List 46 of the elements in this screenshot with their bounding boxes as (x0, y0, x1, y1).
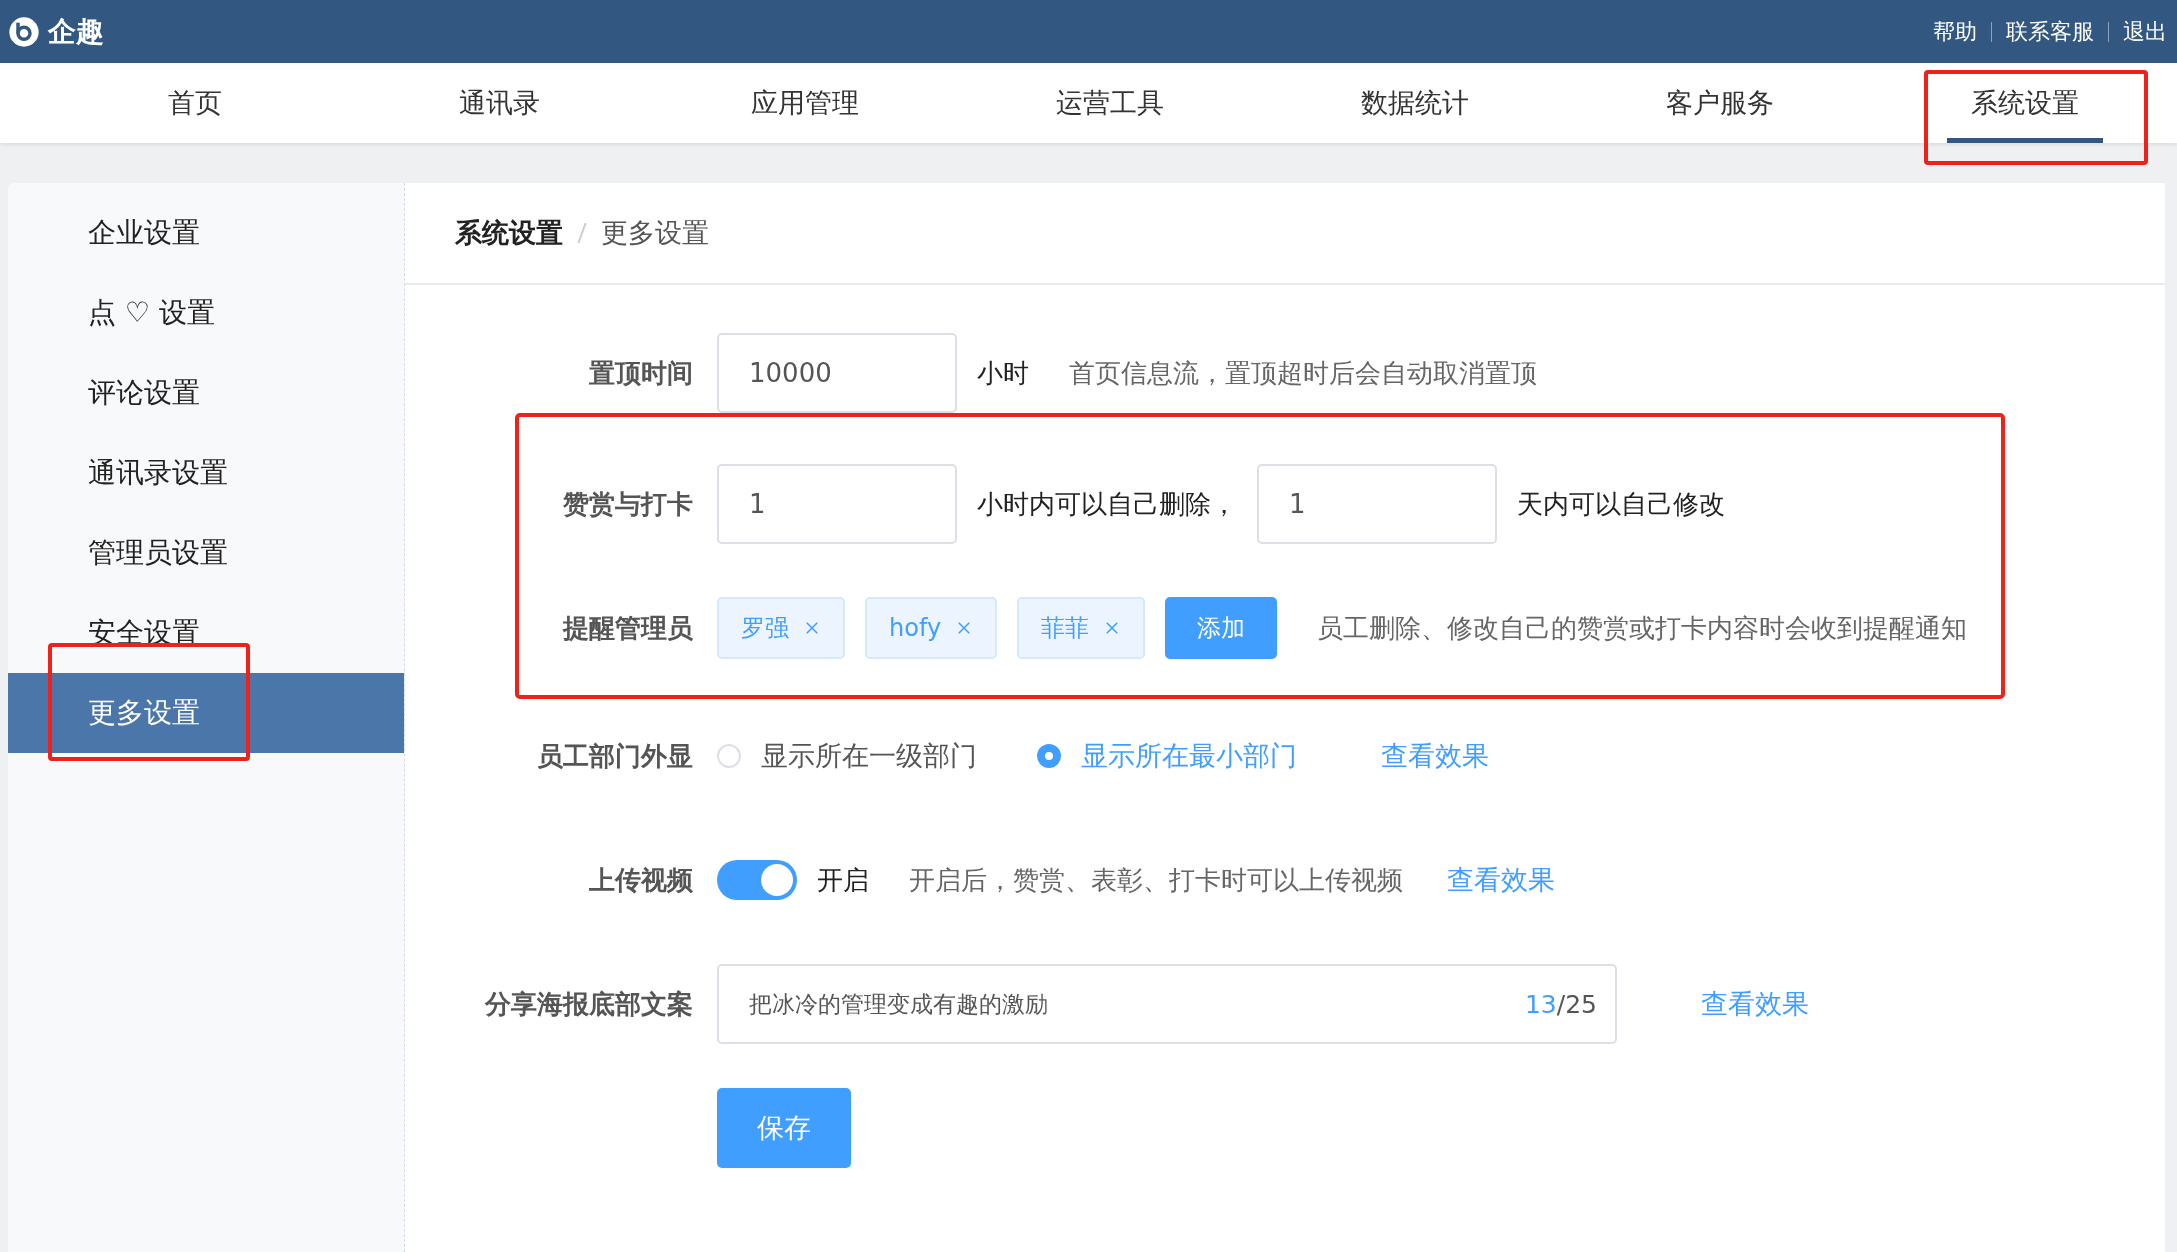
nav-tab[interactable]: 数据统计 (1336, 63, 1493, 143)
close-icon (803, 619, 821, 637)
input-field[interactable]: 1 (717, 464, 957, 544)
nav-tab[interactable]: 应用管理 (726, 63, 883, 143)
hint-text: 员工删除、修改自己的赞赏或打卡内容时会收到提醒通知 (1317, 611, 1968, 645)
breadcrumb-item[interactable]: 系统设置 (455, 215, 563, 251)
field-label: 赞赏与打卡 (562, 487, 694, 521)
sidebar-item[interactable]: 企业设置 (8, 193, 404, 273)
field-label: 提醒管理员 (561, 611, 694, 645)
hint-text: 首页信息流，置顶超时后会自动取消置顶 (1069, 356, 1537, 390)
char-counter: 13/25 (1524, 989, 1597, 1019)
tag-text: hofy (889, 614, 942, 642)
logo-icon (8, 15, 40, 48)
sidebar-item[interactable]: 评论设置 (8, 353, 404, 433)
radio-button[interactable] (1037, 744, 1061, 768)
header-link[interactable]: 退出 (2123, 16, 2167, 47)
field-value: 把冰冷的管理变成有趣的激励 (749, 989, 1048, 1019)
hint-text: 开启后，赞赏、表彰、打卡时可以上传视频 (909, 863, 1403, 897)
nav-tab[interactable]: 客户服务 (1641, 63, 1798, 143)
sidebar-item[interactable]: 通讯录设置 (8, 433, 404, 513)
field-label: 置顶时间 (588, 356, 694, 390)
input-field[interactable]: 1 (1257, 464, 1497, 544)
nav-tab[interactable]: 通讯录 (435, 63, 564, 143)
nav-tab[interactable]: 运营工具 (1031, 63, 1188, 143)
field-label: 上传视频 (588, 863, 694, 897)
sidebar-item[interactable]: 点 ♡ 设置 (8, 273, 404, 353)
input-field[interactable]: 10000 (717, 333, 957, 413)
nav-tab[interactable]: 系统设置 (1946, 63, 2103, 143)
breadcrumb-item: 更多设置 (601, 216, 709, 250)
toggle-switch[interactable] (717, 860, 797, 900)
logo-text: 企趣 (48, 13, 104, 50)
field-label: 分享海报底部文案 (483, 987, 694, 1021)
tag-text: 罗强 (741, 613, 789, 644)
text-field[interactable]: 把冰冷的管理变成有趣的激励 13/25 (717, 964, 1617, 1044)
sidebar-item[interactable]: 管理员设置 (8, 513, 404, 593)
header-link[interactable]: 联系客服 (2006, 16, 2094, 47)
sidebar-item[interactable]: 更多设置 (8, 673, 404, 753)
tag-text: 菲菲 (1041, 613, 1090, 644)
toggle-label: 开启 (817, 863, 869, 897)
field-text: 小时内可以自己删除， (977, 487, 1237, 521)
field-text: 天内可以自己修改 (1517, 487, 1725, 521)
unit-label: 小时 (977, 356, 1029, 390)
nav-tab[interactable]: 首页 (143, 63, 246, 143)
radio-label[interactable]: 显示所在一级部门 (761, 738, 977, 774)
header-link[interactable]: 帮助 (1933, 16, 1977, 47)
field-label: 员工部门外显 (536, 739, 694, 773)
